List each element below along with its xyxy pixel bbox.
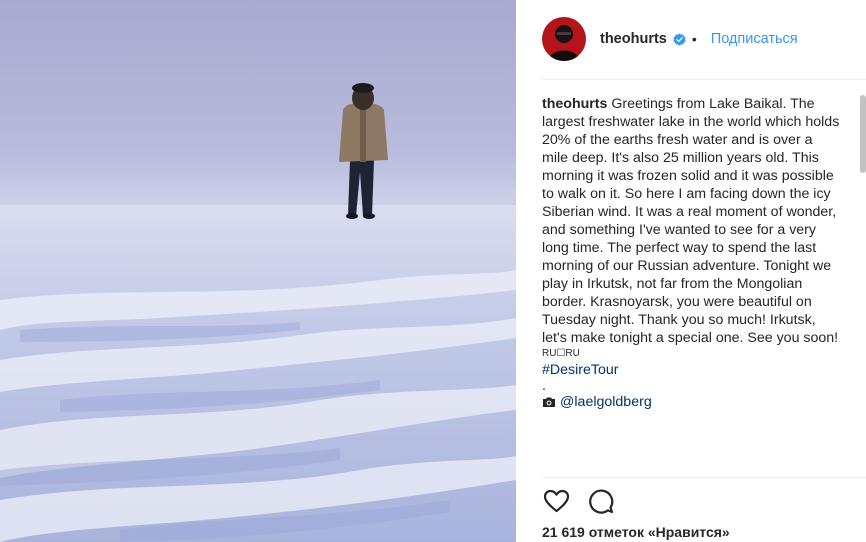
caption-body: theohurts Greetings from Lake Baikal. Th… [542,95,842,347]
caption-flag-text: RU☐RU [542,348,580,359]
person-figure [339,83,388,219]
verified-badge-icon [673,32,686,46]
caption-username[interactable]: theohurts [542,96,607,112]
comment-icon [589,489,614,514]
likes-number: 21 619 [542,524,585,540]
scrollbar-thumb[interactable] [860,95,866,173]
heart-icon [543,489,569,513]
follow-button[interactable]: Подписаться [711,31,798,47]
caption: theohurts Greetings from Lake Baikal. Th… [542,95,842,473]
hashtag-link[interactable]: #DesireTour [542,361,842,379]
post-photo[interactable] [0,0,516,542]
caption-dot: . [542,378,546,394]
caption-text: Greetings from Lake Baikal. The largest … [542,96,840,346]
credit-mention-link[interactable]: @laelgoldberg [560,393,652,411]
avatar-image [542,17,586,61]
photo-credit: @laelgoldberg [542,393,842,411]
header-separator: • [691,31,697,47]
post-actions [542,486,632,516]
likes-count[interactable]: 21 619 отметок «Нравится» [542,524,730,540]
post-header: theohurts • Подписаться [542,17,866,61]
post-details-panel: theohurts • Подписаться theohurts Greeti… [516,0,866,542]
comment-button[interactable] [587,487,615,515]
header-divider [542,79,866,80]
frozen-lake-scene [0,83,516,542]
camera-icon [543,397,555,407]
actions-divider [542,477,866,478]
like-button[interactable] [542,487,570,515]
avatar[interactable] [542,17,586,61]
username-link[interactable]: theohurts [600,31,667,47]
caption-scrollbar[interactable] [860,95,866,477]
likes-label: отметок «Нравится» [588,524,730,540]
